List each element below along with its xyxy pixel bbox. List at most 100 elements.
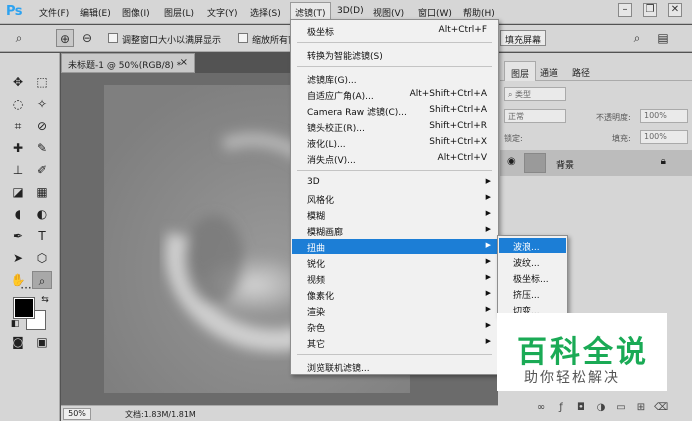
quick-mask-icon[interactable]: ◙ xyxy=(8,333,28,351)
layer-style-icon[interactable]: ƒ xyxy=(554,402,568,413)
filter-menu-item[interactable]: 液化(L)... Shift+Ctrl+X xyxy=(292,135,497,150)
zoom-all-checkbox[interactable] xyxy=(238,33,248,43)
pen-tool-icon[interactable]: ✒ xyxy=(8,227,28,245)
type-tool-icon[interactable]: T xyxy=(32,227,52,245)
resize-window-checkbox[interactable] xyxy=(108,33,118,43)
delete-layer-icon[interactable]: ⌫ xyxy=(654,402,668,413)
menu-3d[interactable]: 3D(D) xyxy=(337,6,364,16)
menu-file[interactable]: 文件(F) xyxy=(39,6,69,19)
filter-menu-item[interactable]: 扭曲 ▶ xyxy=(292,239,497,254)
close-tab-icon[interactable]: × xyxy=(180,57,188,68)
menu-separator xyxy=(297,170,492,171)
menu-separator xyxy=(297,66,492,67)
submenu-arrow-icon: ▶ xyxy=(485,241,491,249)
adjustment-layer-icon[interactable]: ◑ xyxy=(594,402,608,413)
filter-menu-item[interactable]: 浏览联机滤镜... xyxy=(292,359,497,374)
tab-channels[interactable]: 通道 xyxy=(534,61,564,81)
filter-menu-item[interactable]: 自适应广角(A)... Alt+Shift+Ctrl+A xyxy=(292,87,497,102)
healing-brush-icon[interactable]: ✚ xyxy=(8,139,28,157)
eraser-tool-icon[interactable]: ◪ xyxy=(8,183,28,201)
layer-filter-kind: 类型 xyxy=(515,90,532,99)
new-group-icon[interactable]: ▭ xyxy=(614,402,628,413)
filter-menu-item[interactable]: 像素化 ▶ xyxy=(292,287,497,302)
layer-row-background[interactable]: ◉ 背景 🔒︎ xyxy=(500,150,692,176)
filter-menu-item[interactable]: 模糊 ▶ xyxy=(292,207,497,222)
layer-filter-select[interactable]: ⌕ 类型 xyxy=(504,87,566,101)
dodge-tool-icon[interactable]: ◐ xyxy=(32,205,52,223)
filter-menu-item[interactable]: 3D ▶ xyxy=(292,175,497,190)
menu-image[interactable]: 图像(I) xyxy=(122,6,150,19)
brush-tool-icon[interactable]: ✎ xyxy=(32,139,52,157)
menu-help[interactable]: 帮助(H) xyxy=(463,6,495,19)
menu-item-label: 滤镜库(G)... xyxy=(307,76,357,86)
search-icon: ⌕ xyxy=(508,90,516,99)
zoom-tool-icon[interactable]: ⌕ xyxy=(10,29,28,47)
shape-tool-icon[interactable]: ⬡ xyxy=(32,249,52,267)
document-tab[interactable]: 未标题-1 @ 50%(RGB/8) * × xyxy=(61,53,195,73)
submenu-arrow-icon: ▶ xyxy=(485,193,491,201)
filter-menu-item[interactable]: 消失点(V)... Alt+Ctrl+V xyxy=(292,151,497,166)
menu-window[interactable]: 窗口(W) xyxy=(418,6,452,19)
stamp-tool-icon[interactable]: ⊥ xyxy=(8,161,28,179)
filter-menu-item[interactable]: 视频 ▶ xyxy=(292,271,497,286)
magic-wand-icon[interactable]: ✧ xyxy=(32,95,52,113)
lock-label: 锁定: xyxy=(504,134,523,143)
menu-select[interactable]: 选择(S) xyxy=(250,6,281,19)
distort-submenu-item[interactable]: 挤压... xyxy=(499,286,566,301)
add-mask-icon[interactable]: ◘ xyxy=(574,402,588,413)
filter-menu-item[interactable]: Camera Raw 滤镜(C)... Shift+Ctrl+A xyxy=(292,103,497,118)
layers-panel-tabs: 图层 通道 路径 xyxy=(500,61,692,81)
menu-view[interactable]: 视图(V) xyxy=(373,6,404,19)
filter-menu-item[interactable]: 转换为智能滤镜(S) xyxy=(292,47,497,62)
new-layer-icon[interactable]: ⊞ xyxy=(634,402,648,413)
filter-menu-item[interactable]: 渲染 ▶ xyxy=(292,303,497,318)
distort-submenu-item[interactable]: 波浪... xyxy=(499,238,566,253)
filter-menu-item[interactable]: 滤镜库(G)... xyxy=(292,71,497,86)
eyedropper-icon[interactable]: ⊘ xyxy=(32,117,52,135)
filter-menu-item[interactable]: 锐化 ▶ xyxy=(292,255,497,270)
swap-colors-icon[interactable]: ⇆ xyxy=(38,291,52,309)
more-tools-icon[interactable]: ··· xyxy=(14,279,38,297)
close-icon[interactable]: ✕ xyxy=(668,3,682,17)
lasso-tool-icon[interactable]: ◌ xyxy=(8,95,28,113)
menu-type[interactable]: 文字(Y) xyxy=(207,6,238,19)
filter-menu-item[interactable]: 模糊画廊 ▶ xyxy=(292,223,497,238)
blend-mode-select[interactable]: 正常 xyxy=(504,109,566,123)
lock-icon: 🔒︎ xyxy=(660,156,666,167)
visibility-eye-icon[interactable]: ◉ xyxy=(507,156,516,167)
menu-layer[interactable]: 图层(L) xyxy=(164,6,194,19)
menu-edit[interactable]: 编辑(E) xyxy=(80,6,111,19)
filter-menu-item[interactable]: 杂色 ▶ xyxy=(292,319,497,334)
fill-field[interactable]: 100% xyxy=(640,130,688,144)
crop-tool-icon[interactable]: ⌗ xyxy=(8,117,28,135)
link-layers-icon[interactable]: ∞ xyxy=(534,402,548,413)
gradient-tool-icon[interactable]: ▦ xyxy=(32,183,52,201)
blur-tool-icon[interactable]: ◖ xyxy=(8,205,28,223)
filter-menu-item[interactable]: 其它 ▶ xyxy=(292,335,497,350)
zoom-level[interactable]: 50% xyxy=(63,408,91,420)
filter-menu-item[interactable]: 风格化 ▶ xyxy=(292,191,497,206)
menu-item-label: 模糊 xyxy=(307,212,326,222)
filter-menu-item[interactable]: 极坐标 Alt+Ctrl+F xyxy=(292,23,497,38)
foreground-color-swatch[interactable] xyxy=(13,297,35,319)
marquee-tool-icon[interactable]: ⬚ xyxy=(32,73,52,91)
tab-layers[interactable]: 图层 xyxy=(504,61,537,81)
distort-submenu-item[interactable]: 波纹... xyxy=(499,254,566,269)
history-brush-icon[interactable]: ✐ xyxy=(32,161,52,179)
restore-icon[interactable]: ❐ xyxy=(643,3,657,17)
search-icon[interactable]: ⌕ xyxy=(628,29,646,47)
minimize-icon[interactable]: – xyxy=(618,3,632,17)
screen-mode-icon[interactable]: ▣ xyxy=(32,333,52,351)
opacity-field[interactable]: 100% xyxy=(640,109,688,123)
zoom-in-icon[interactable]: ⊕ xyxy=(56,29,74,47)
zoom-out-icon[interactable]: ⊖ xyxy=(78,29,96,47)
filter-menu-item[interactable]: 镜头校正(R)... Shift+Ctrl+R xyxy=(292,119,497,134)
submenu-arrow-icon: ▶ xyxy=(485,257,491,265)
workspace-icon[interactable]: ▤ xyxy=(654,29,672,47)
distort-submenu-item[interactable]: 极坐标... xyxy=(499,270,566,285)
path-select-icon[interactable]: ➤ xyxy=(8,249,28,267)
fill-screen-button[interactable]: 填充屏幕 xyxy=(500,30,547,46)
tab-paths[interactable]: 路径 xyxy=(566,61,596,81)
menu-item-label: 渲染 xyxy=(307,308,326,318)
move-tool-icon[interactable]: ✥ xyxy=(8,73,28,91)
